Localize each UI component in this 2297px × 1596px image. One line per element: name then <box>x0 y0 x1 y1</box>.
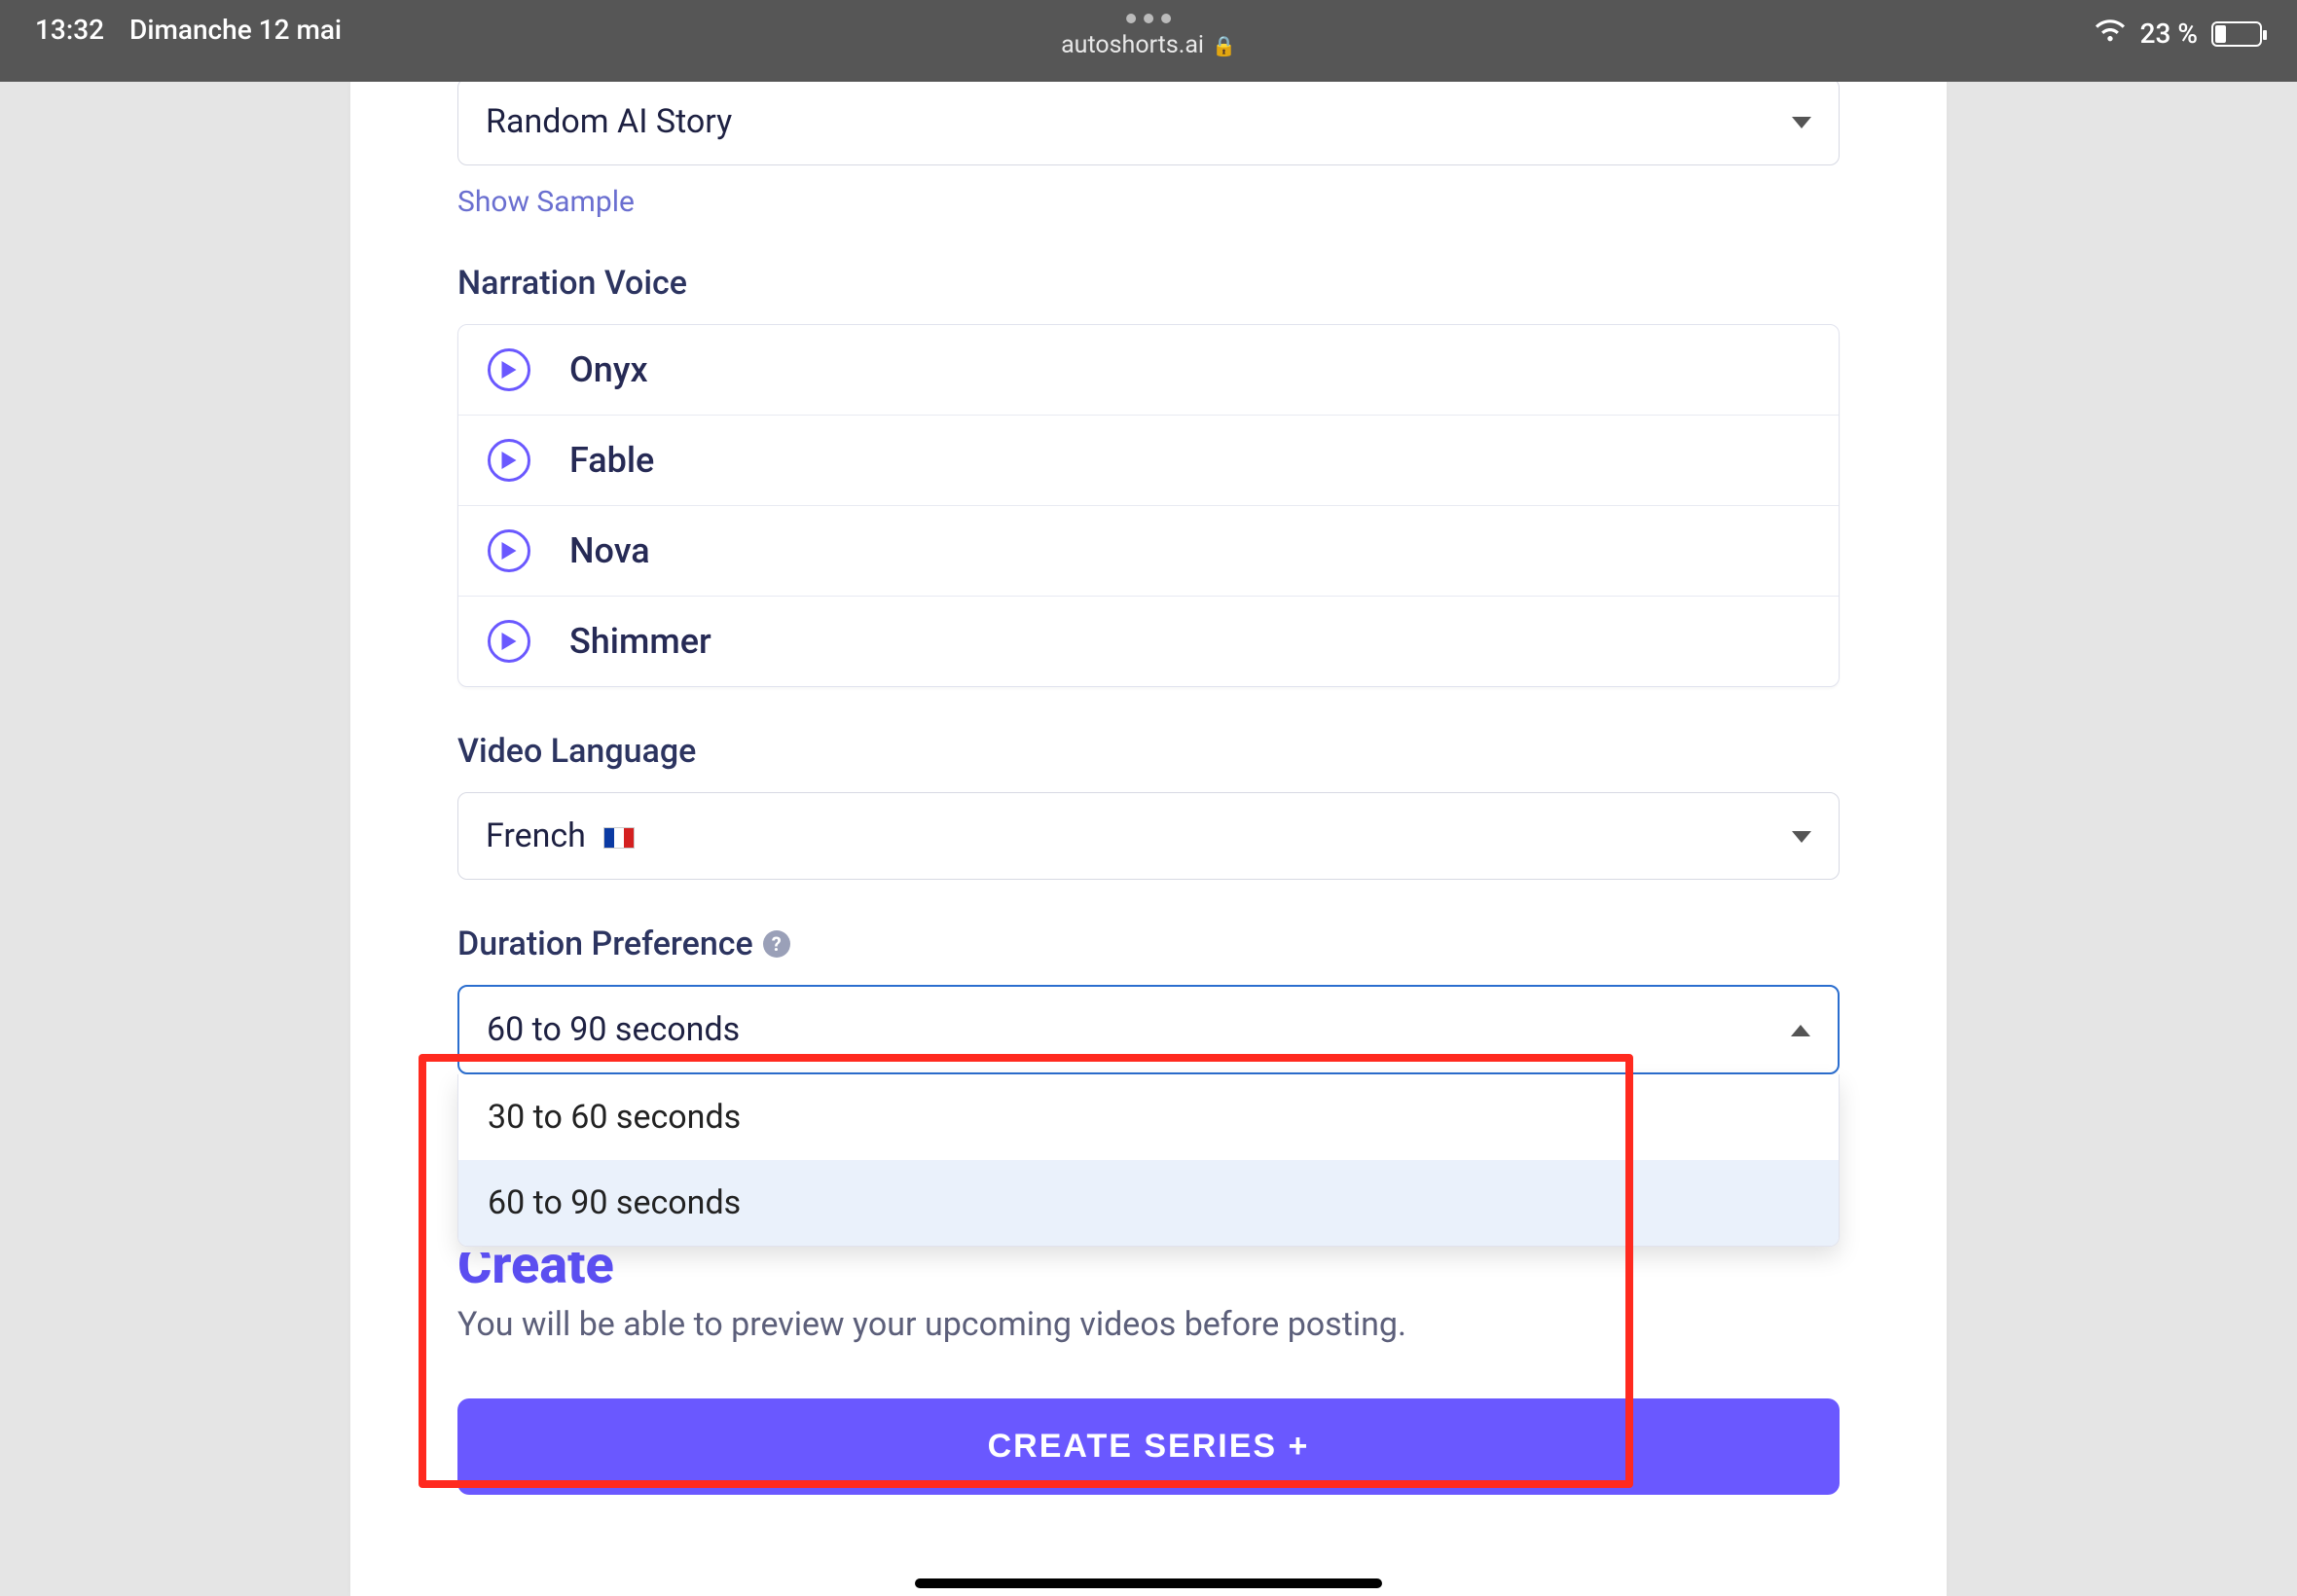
show-sample-link[interactable]: Show Sample <box>457 185 635 219</box>
create-series-button[interactable]: CREATE SERIES + <box>457 1398 1840 1495</box>
narration-voice-label: Narration Voice <box>457 264 1840 303</box>
play-icon[interactable] <box>488 439 530 482</box>
duration-option-30-60[interactable]: 30 to 60 seconds <box>458 1074 1839 1160</box>
multitask-dots-icon[interactable] <box>1126 14 1171 23</box>
voice-item-shimmer[interactable]: Shimmer <box>458 597 1839 686</box>
voice-name: Nova <box>569 530 650 571</box>
story-type-value: Random AI Story <box>486 102 732 141</box>
voice-item-nova[interactable]: Nova <box>458 506 1839 597</box>
caret-down-icon <box>1792 102 1811 141</box>
lock-icon: 🔒 <box>1212 34 1236 57</box>
play-icon[interactable] <box>488 529 530 572</box>
preview-note: You will be able to preview your upcomin… <box>457 1305 1840 1344</box>
caret-down-icon <box>1792 816 1811 855</box>
play-icon[interactable] <box>488 620 530 663</box>
story-type-select[interactable]: Random AI Story <box>457 82 1840 165</box>
video-language-label: Video Language <box>457 732 1840 771</box>
video-language-value: French <box>486 816 635 855</box>
duration-option-60-90[interactable]: 60 to 90 seconds <box>458 1160 1839 1246</box>
help-icon[interactable]: ? <box>763 930 790 958</box>
status-time: 13:32 <box>35 14 104 46</box>
voice-item-onyx[interactable]: Onyx <box>458 325 1839 416</box>
battery-icon <box>2211 21 2262 47</box>
video-language-select[interactable]: French <box>457 792 1840 880</box>
status-date: Dimanche 12 mai <box>129 14 342 46</box>
voice-name: Shimmer <box>569 621 711 662</box>
duration-value: 60 to 90 seconds <box>487 1010 740 1049</box>
duration-label: Duration Preference ? <box>457 925 1840 963</box>
voice-item-fable[interactable]: Fable <box>458 416 1839 506</box>
caret-up-icon <box>1791 1010 1810 1049</box>
voice-name: Fable <box>569 440 654 481</box>
create-heading: Create <box>457 1252 1840 1286</box>
battery-percent: 23 % <box>2140 18 2198 50</box>
ios-status-bar: 13:32 Dimanche 12 mai autoshorts.ai 🔒 23… <box>0 0 2297 82</box>
form-card: Random AI Story Show Sample Narration Vo… <box>350 82 1947 1596</box>
play-icon[interactable] <box>488 348 530 391</box>
wifi-icon <box>2094 14 2127 54</box>
voice-name: Onyx <box>569 349 648 390</box>
duration-section: Duration Preference ? 60 to 90 seconds 3… <box>457 925 1840 1344</box>
duration-select[interactable]: 60 to 90 seconds <box>457 985 1840 1074</box>
flag-fr-icon <box>603 827 635 849</box>
voice-list: Onyx Fable Nova Shimmer <box>457 324 1840 687</box>
home-indicator[interactable] <box>915 1578 1382 1588</box>
browser-url[interactable]: autoshorts.ai 🔒 <box>1061 31 1236 59</box>
duration-dropdown: 30 to 60 seconds 60 to 90 seconds <box>457 1074 1840 1247</box>
